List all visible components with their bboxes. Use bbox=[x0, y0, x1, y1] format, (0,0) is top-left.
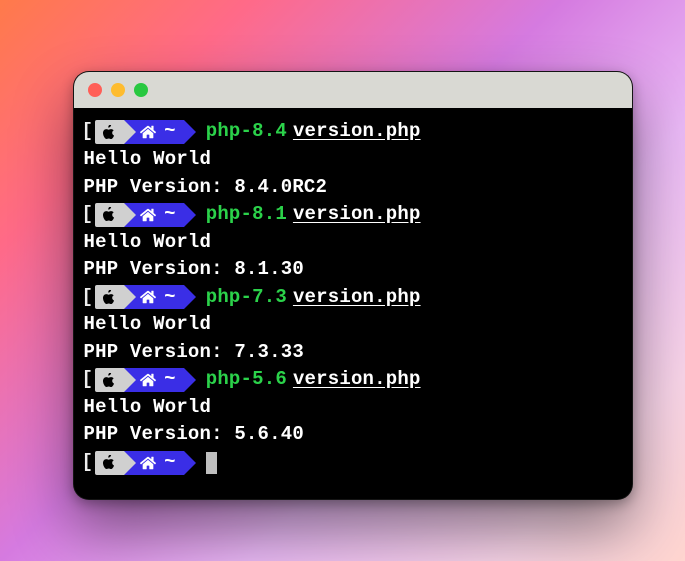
output-line: PHP Version: 8.4.0RC2 bbox=[82, 174, 624, 202]
home-icon bbox=[140, 455, 156, 471]
cursor bbox=[206, 452, 217, 474]
segment-arrow-icon bbox=[184, 120, 196, 144]
os-segment bbox=[95, 120, 124, 144]
os-segment bbox=[95, 368, 124, 392]
apple-icon bbox=[101, 290, 116, 305]
os-segment bbox=[95, 285, 124, 309]
dir-tilde: ~ bbox=[164, 284, 176, 312]
prompt-open-bracket: [ bbox=[82, 449, 94, 477]
command-arg: version.php bbox=[293, 118, 421, 146]
segment-arrow-icon bbox=[124, 285, 136, 309]
apple-icon bbox=[101, 455, 116, 470]
prompt-line: [ ~ php-8.4 version.php bbox=[82, 118, 624, 146]
prompt-line: [ ~ php-7.3 version.php bbox=[82, 284, 624, 312]
home-icon bbox=[140, 124, 156, 140]
segment-arrow-icon bbox=[184, 368, 196, 392]
home-icon bbox=[140, 207, 156, 223]
output-line: Hello World bbox=[82, 311, 624, 339]
command-text: php-5.6 bbox=[206, 366, 287, 394]
command-text: php-7.3 bbox=[206, 284, 287, 312]
segment-arrow-icon bbox=[124, 368, 136, 392]
prompt-line: [~ bbox=[82, 449, 624, 477]
dir-tilde: ~ bbox=[164, 366, 176, 394]
prompt-line: [ ~ php-5.6 version.php bbox=[82, 366, 624, 394]
command-text: php-8.4 bbox=[206, 118, 287, 146]
prompt-open-bracket: [ bbox=[82, 201, 94, 229]
segment-arrow-icon bbox=[124, 203, 136, 227]
output-line: Hello World bbox=[82, 146, 624, 174]
output-line: Hello World bbox=[82, 229, 624, 257]
window-maximize-button[interactable] bbox=[134, 83, 148, 97]
home-icon bbox=[140, 372, 156, 388]
prompt-open-bracket: [ bbox=[82, 118, 94, 146]
output-line: Hello World bbox=[82, 394, 624, 422]
window-close-button[interactable] bbox=[88, 83, 102, 97]
terminal-body[interactable]: [~php-8.4 version.phpHello WorldPHP Vers… bbox=[74, 108, 632, 498]
apple-icon bbox=[101, 207, 116, 222]
terminal-window: [~php-8.4 version.phpHello WorldPHP Vers… bbox=[73, 71, 633, 499]
home-icon bbox=[140, 289, 156, 305]
command-arg: version.php bbox=[293, 201, 421, 229]
window-minimize-button[interactable] bbox=[111, 83, 125, 97]
segment-arrow-icon bbox=[184, 451, 196, 475]
segment-arrow-icon bbox=[184, 285, 196, 309]
apple-icon bbox=[101, 125, 116, 140]
segment-arrow-icon bbox=[124, 451, 136, 475]
window-titlebar[interactable] bbox=[74, 72, 632, 108]
os-segment bbox=[95, 451, 124, 475]
prompt-open-bracket: [ bbox=[82, 366, 94, 394]
prompt-open-bracket: [ bbox=[82, 284, 94, 312]
segment-arrow-icon bbox=[184, 203, 196, 227]
dir-tilde: ~ bbox=[164, 118, 176, 146]
command-arg: version.php bbox=[293, 366, 421, 394]
command-arg: version.php bbox=[293, 284, 421, 312]
os-segment bbox=[95, 203, 124, 227]
dir-tilde: ~ bbox=[164, 201, 176, 229]
output-line: PHP Version: 5.6.40 bbox=[82, 421, 624, 449]
output-line: PHP Version: 8.1.30 bbox=[82, 256, 624, 284]
command-text: php-8.1 bbox=[206, 201, 287, 229]
segment-arrow-icon bbox=[124, 120, 136, 144]
dir-tilde: ~ bbox=[164, 449, 176, 477]
prompt-line: [ ~ php-8.1 version.php bbox=[82, 201, 624, 229]
output-line: PHP Version: 7.3.33 bbox=[82, 339, 624, 367]
apple-icon bbox=[101, 373, 116, 388]
